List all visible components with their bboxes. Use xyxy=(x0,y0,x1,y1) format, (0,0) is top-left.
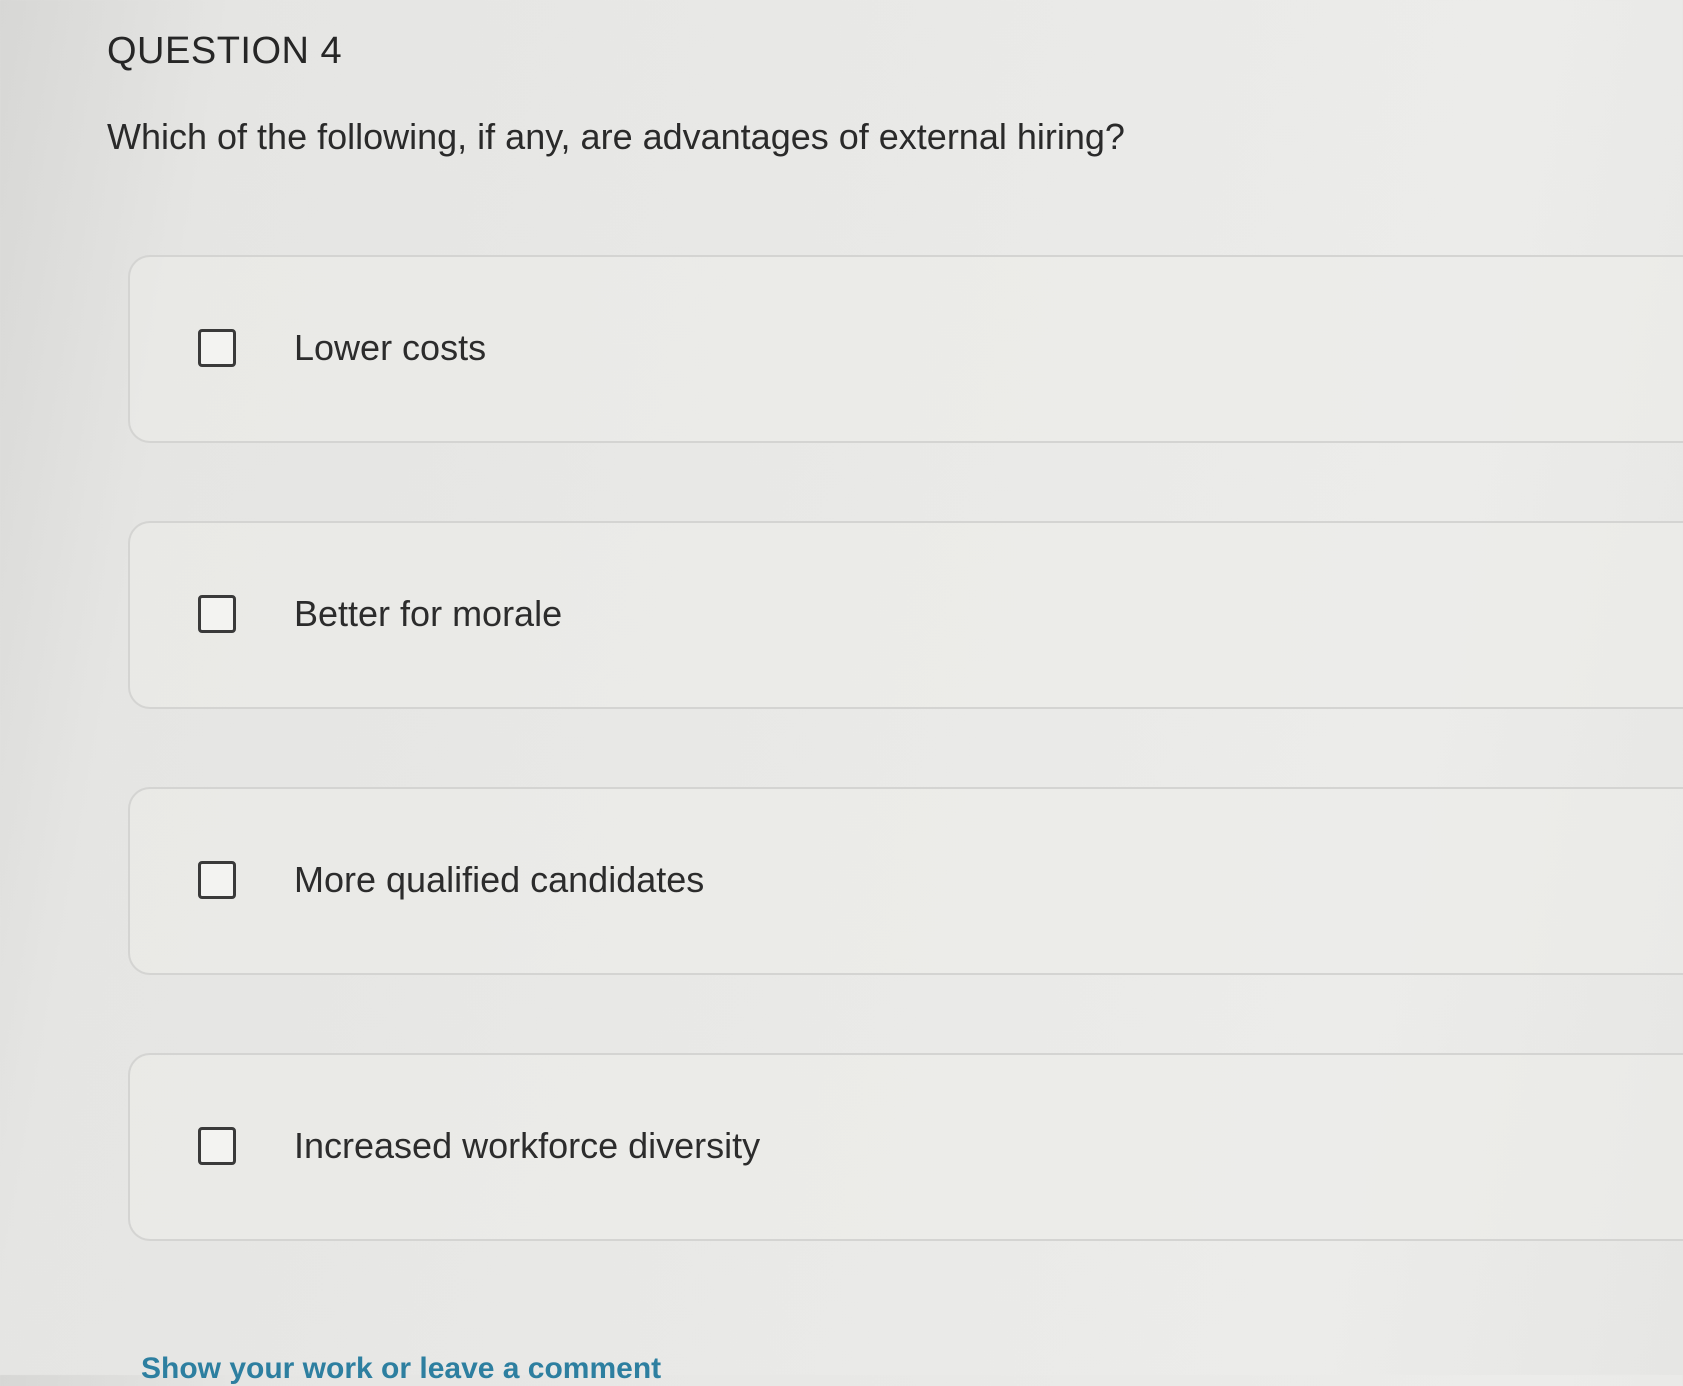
question-prompt: Which of the following, if any, are adva… xyxy=(107,116,1125,157)
option-label: Better for morale xyxy=(294,593,563,634)
option-label: More qualified candidates xyxy=(294,859,705,900)
question-number: QUESTION 4 xyxy=(107,30,343,72)
checkbox[interactable] xyxy=(198,329,236,367)
checkbox[interactable] xyxy=(198,861,236,899)
option-more-qualified-candidates[interactable]: More qualified candidates xyxy=(128,787,1683,975)
checkbox[interactable] xyxy=(198,1127,236,1165)
answer-options: Lower costs Better for morale More quali… xyxy=(128,255,1683,1319)
option-label: Lower costs xyxy=(294,327,487,368)
option-lower-costs[interactable]: Lower costs xyxy=(128,255,1683,443)
option-better-for-morale[interactable]: Better for morale xyxy=(128,521,1683,709)
option-label: Increased workforce diversity xyxy=(294,1125,761,1166)
comment-link[interactable]: Show your work or leave a comment xyxy=(141,1352,661,1386)
option-increased-workforce-diversity[interactable]: Increased workforce diversity xyxy=(128,1053,1683,1241)
checkbox[interactable] xyxy=(198,595,236,633)
